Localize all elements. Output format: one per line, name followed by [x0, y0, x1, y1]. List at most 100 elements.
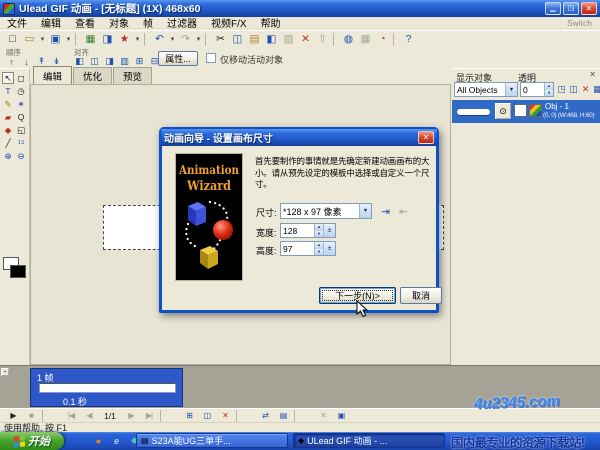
start-button[interactable]: 开始 — [0, 432, 64, 450]
send-backward-button[interactable]: ↓ — [19, 55, 34, 68]
extract-object-button[interactable]: ◳ — [556, 82, 567, 96]
delete-frame-button[interactable]: ✕ — [216, 410, 234, 422]
reverse-frames-button[interactable]: ⇄ — [256, 410, 274, 422]
menu-file[interactable]: 文件 — [0, 15, 34, 30]
add-video-button[interactable]: ◨ — [99, 32, 116, 47]
menu-filters[interactable]: 过滤器 — [160, 15, 204, 30]
dropdown-arrow-icon[interactable]: ▼ — [505, 83, 517, 96]
object-matte-swatch[interactable] — [514, 104, 527, 117]
last-frame-button: ▶| — [140, 410, 158, 422]
spin-down-icon[interactable]: ▾ — [315, 249, 323, 256]
spin-down-icon[interactable]: ▾ — [315, 231, 323, 238]
selection-tool[interactable]: ↖ — [2, 72, 14, 84]
menu-video-fx[interactable]: 视频F/X — [204, 15, 254, 30]
clock-tool[interactable]: ◷ — [15, 85, 27, 97]
transparency-value: 0 — [521, 85, 544, 95]
menu-help[interactable]: 帮助 — [254, 15, 288, 30]
size-preset-dropdown[interactable]: *128 x 97 像素 ▼ — [280, 203, 372, 219]
close-button[interactable]: ✕ — [581, 2, 597, 15]
paintbrush-tool[interactable]: ✎ — [2, 98, 14, 110]
height-slider-icon[interactable]: ± — [323, 242, 335, 255]
standard-toolbar: □▭▾▣▾▦◨★▾↶▾↷▾✂◫▤◧▨✕⇧◍▦◔? — [0, 30, 600, 47]
wizard-art-graphic: Animation Wizard — [176, 154, 242, 280]
tab-preview[interactable]: 预览 — [113, 67, 152, 84]
zoom-in-tool[interactable]: ⊕ — [2, 150, 14, 162]
add-frame-button[interactable]: ⊞ — [180, 410, 198, 422]
new-button[interactable]: □ — [4, 32, 21, 47]
context-help-button[interactable]: ? — [400, 32, 417, 47]
delete-object-button[interactable]: ✕ — [580, 82, 591, 96]
delete-object-button[interactable]: ✕ — [297, 32, 314, 47]
menu-edit[interactable]: 编辑 — [34, 15, 68, 30]
first-frame-button: |◀ — [62, 410, 80, 422]
window-title: Ulead GIF 动画 - [无标题] (1X) 468x60 — [19, 1, 545, 16]
bring-forward-button[interactable]: ↑ — [4, 55, 19, 68]
duplicate-frame-button[interactable]: ◫ — [198, 410, 216, 422]
frame-thumbnail-selected[interactable]: 1 帧 0.1 秒 — [30, 368, 183, 407]
text-tool[interactable]: T — [2, 85, 14, 97]
crop-tool[interactable]: ◱ — [15, 124, 27, 136]
menu-frame[interactable]: 帧 — [136, 15, 160, 30]
preview-in-browser-button[interactable]: ◍ — [340, 32, 357, 47]
height-spinner[interactable]: ▴ ▾ — [314, 242, 323, 255]
width-spinner[interactable]: ▴ ▾ — [314, 224, 323, 237]
wizard-more-button[interactable]: ▾ — [133, 32, 142, 47]
transparency-spinner[interactable]: 0 ▴ ▾ — [520, 82, 554, 97]
restore-button[interactable]: ◳ — [563, 2, 579, 15]
tab-edit[interactable]: 编辑 — [33, 66, 72, 84]
object-palette-swatch[interactable] — [529, 104, 542, 117]
object-list-item[interactable]: ⊙ Obj - 1 (0, 0) (W:468, H:60) — [452, 100, 600, 123]
taskbar-task-ulead[interactable]: ◆ ULead GIF 动画 - ... — [293, 433, 445, 448]
undo-button[interactable]: ↶ — [151, 32, 168, 47]
panel-handle[interactable]: ▪ — [1, 368, 9, 376]
eraser-tool[interactable]: ▰ — [2, 111, 14, 123]
duplicate-object-button[interactable]: ◧ — [263, 32, 280, 47]
width-slider-icon[interactable]: ± — [323, 224, 335, 237]
open-button[interactable]: ▭ — [21, 32, 38, 47]
open-more-button[interactable]: ▾ — [38, 32, 47, 47]
add-image-button[interactable]: ▦ — [82, 32, 99, 47]
zoom-tool[interactable]: Q — [15, 111, 27, 123]
object-properties-button[interactable]: ▦ — [592, 82, 600, 96]
width-field[interactable]: 128 ▴ ▾ ± — [280, 223, 336, 238]
save-more-button[interactable]: ▾ — [64, 32, 73, 47]
duplicate-object-button[interactable]: ◫ — [568, 82, 579, 96]
move-active-only-checkbox[interactable] — [206, 53, 216, 63]
minimize-button[interactable]: ▁ — [545, 2, 561, 15]
dropdown-arrow-icon[interactable]: ▼ — [359, 204, 371, 218]
visibility-toggle[interactable]: ⊙ — [495, 103, 511, 119]
quick-launch-media-icon[interactable]: ● — [92, 434, 105, 447]
save-button[interactable]: ▣ — [47, 32, 64, 47]
menu-object[interactable]: 对象 — [102, 15, 136, 30]
panel-close-icon[interactable]: ✕ — [589, 70, 596, 79]
optimization-wizard-button[interactable]: ◔ — [374, 32, 391, 47]
properties-button[interactable]: 属性... — [158, 51, 198, 66]
quick-launch-ie-icon[interactable]: e — [110, 434, 123, 447]
menu-view[interactable]: 查看 — [68, 15, 102, 30]
copy-button[interactable]: ◫ — [229, 32, 246, 47]
magic-wand-tool[interactable]: ✶ — [15, 98, 27, 110]
tab-optimize[interactable]: 优化 — [73, 67, 112, 84]
eyedropper-tool[interactable]: ╱ — [2, 137, 14, 149]
marquee-tool[interactable]: ◻ — [15, 72, 27, 84]
undo-more-button[interactable]: ▾ — [168, 32, 177, 47]
object-filter-dropdown[interactable]: All Objects ▼ — [454, 82, 518, 97]
height-field[interactable]: 97 ▴ ▾ ± — [280, 241, 336, 256]
spinner-buttons[interactable]: ▴ ▾ — [544, 83, 553, 96]
zoom-out-tool[interactable]: ⊖ — [15, 150, 27, 162]
apply-size-icon[interactable]: ⇥ — [377, 204, 394, 219]
cut-button[interactable]: ✂ — [212, 32, 229, 47]
background-color-swatch[interactable] — [10, 265, 26, 278]
paste-button[interactable]: ▤ — [246, 32, 263, 47]
spin-down-icon[interactable]: ▾ — [545, 90, 553, 97]
animation-wizard-button[interactable]: ★ — [116, 32, 133, 47]
fill-tool[interactable]: ◆ — [2, 124, 14, 136]
dialog-description: 首先要制作的事情就是先确定新建动画画布的大小。请从预先设定的模板中选择或自定义一… — [255, 156, 431, 191]
export-frame-button[interactable]: ▣ — [332, 410, 350, 422]
play-button[interactable]: ▶ — [4, 410, 22, 422]
actual-size-tool[interactable]: 1:1 — [15, 137, 27, 149]
taskbar-task-browser[interactable]: ▤ S23A能UG三单手... — [136, 433, 288, 448]
frame-properties-button[interactable]: ▤ — [274, 410, 292, 422]
dialog-close-button[interactable]: ✕ — [418, 131, 434, 144]
cancel-button[interactable]: 取消 — [400, 287, 442, 304]
